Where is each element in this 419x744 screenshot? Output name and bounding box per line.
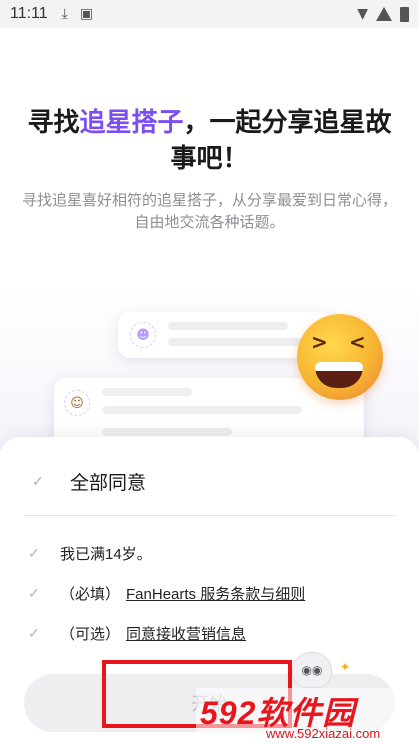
ghost-avatar-icon: ☻ <box>130 322 156 348</box>
marketing-consent-checkbox[interactable]: ✓ （可选） 同意接收营销信息 <box>28 623 246 644</box>
wifi-icon: ▼ <box>357 6 368 22</box>
placeholder-bar <box>102 406 302 414</box>
agree-all-label: 全部同意 <box>70 473 147 494</box>
placeholder-bar <box>168 338 318 346</box>
age-consent-checkbox[interactable]: ✓ 我已满14岁。 <box>28 543 152 564</box>
status-time: 11:11 <box>10 5 48 22</box>
age-consent-label: 我已满14岁。 <box>60 546 152 563</box>
emoji-eye: > <box>311 330 328 354</box>
signal-icon <box>376 7 392 21</box>
terms-link[interactable]: FanHearts 服务条款与细则 <box>126 583 305 604</box>
sparkle-icon: ✦ <box>340 660 351 674</box>
placeholder-bar <box>102 388 192 396</box>
check-icon: ✓ <box>28 545 40 561</box>
check-icon: ✓ <box>28 585 40 601</box>
page-subtitle: 寻找追星喜好相符的追星搭子，从分享最爱到日常心得，自由地交流各种话题。 <box>21 192 397 231</box>
divider <box>24 515 395 516</box>
gamepad-mascot-icon: ◉◉ <box>292 652 332 688</box>
placeholder-bar <box>102 428 232 436</box>
emoji-eye: < <box>349 330 366 354</box>
terms-consent-checkbox[interactable]: ✓ （必填） FanHearts 服务条款与细则 <box>28 583 305 604</box>
watermark: 592软件园 www.592xiazai.com <box>196 688 419 744</box>
title-prefix: 寻找 <box>27 107 80 137</box>
notification-icon: ▣ <box>79 6 94 22</box>
laughing-emoji-icon: > < <box>297 314 383 400</box>
check-icon: ✓ <box>32 473 44 489</box>
illustration: ☻ ☺ > < <box>0 290 419 468</box>
status-bar: 11:11 ⤓ ▣ ▼ <box>0 0 419 28</box>
battery-icon <box>400 6 409 22</box>
title-suffix: ，一起分享追星故事吧！ <box>170 107 392 173</box>
placeholder-bar <box>168 322 288 330</box>
watermark-url: www.592xiazai.com <box>266 726 381 741</box>
terms-required-label: （必填） <box>60 586 121 603</box>
agree-all-checkbox[interactable]: ✓ 全部同意 <box>28 468 146 495</box>
download-icon: ⤓ <box>61 6 68 22</box>
marketing-optional-label: （可选） <box>60 626 121 643</box>
page-title: 寻找追星搭子，一起分享追星故事吧！ <box>20 104 399 176</box>
marketing-link[interactable]: 同意接收营销信息 <box>126 623 246 644</box>
emoji-mouth <box>315 362 363 388</box>
check-icon: ✓ <box>28 625 40 641</box>
title-accent: 追星搭子 <box>79 107 184 137</box>
monkey-avatar-icon: ☺ <box>64 390 90 416</box>
